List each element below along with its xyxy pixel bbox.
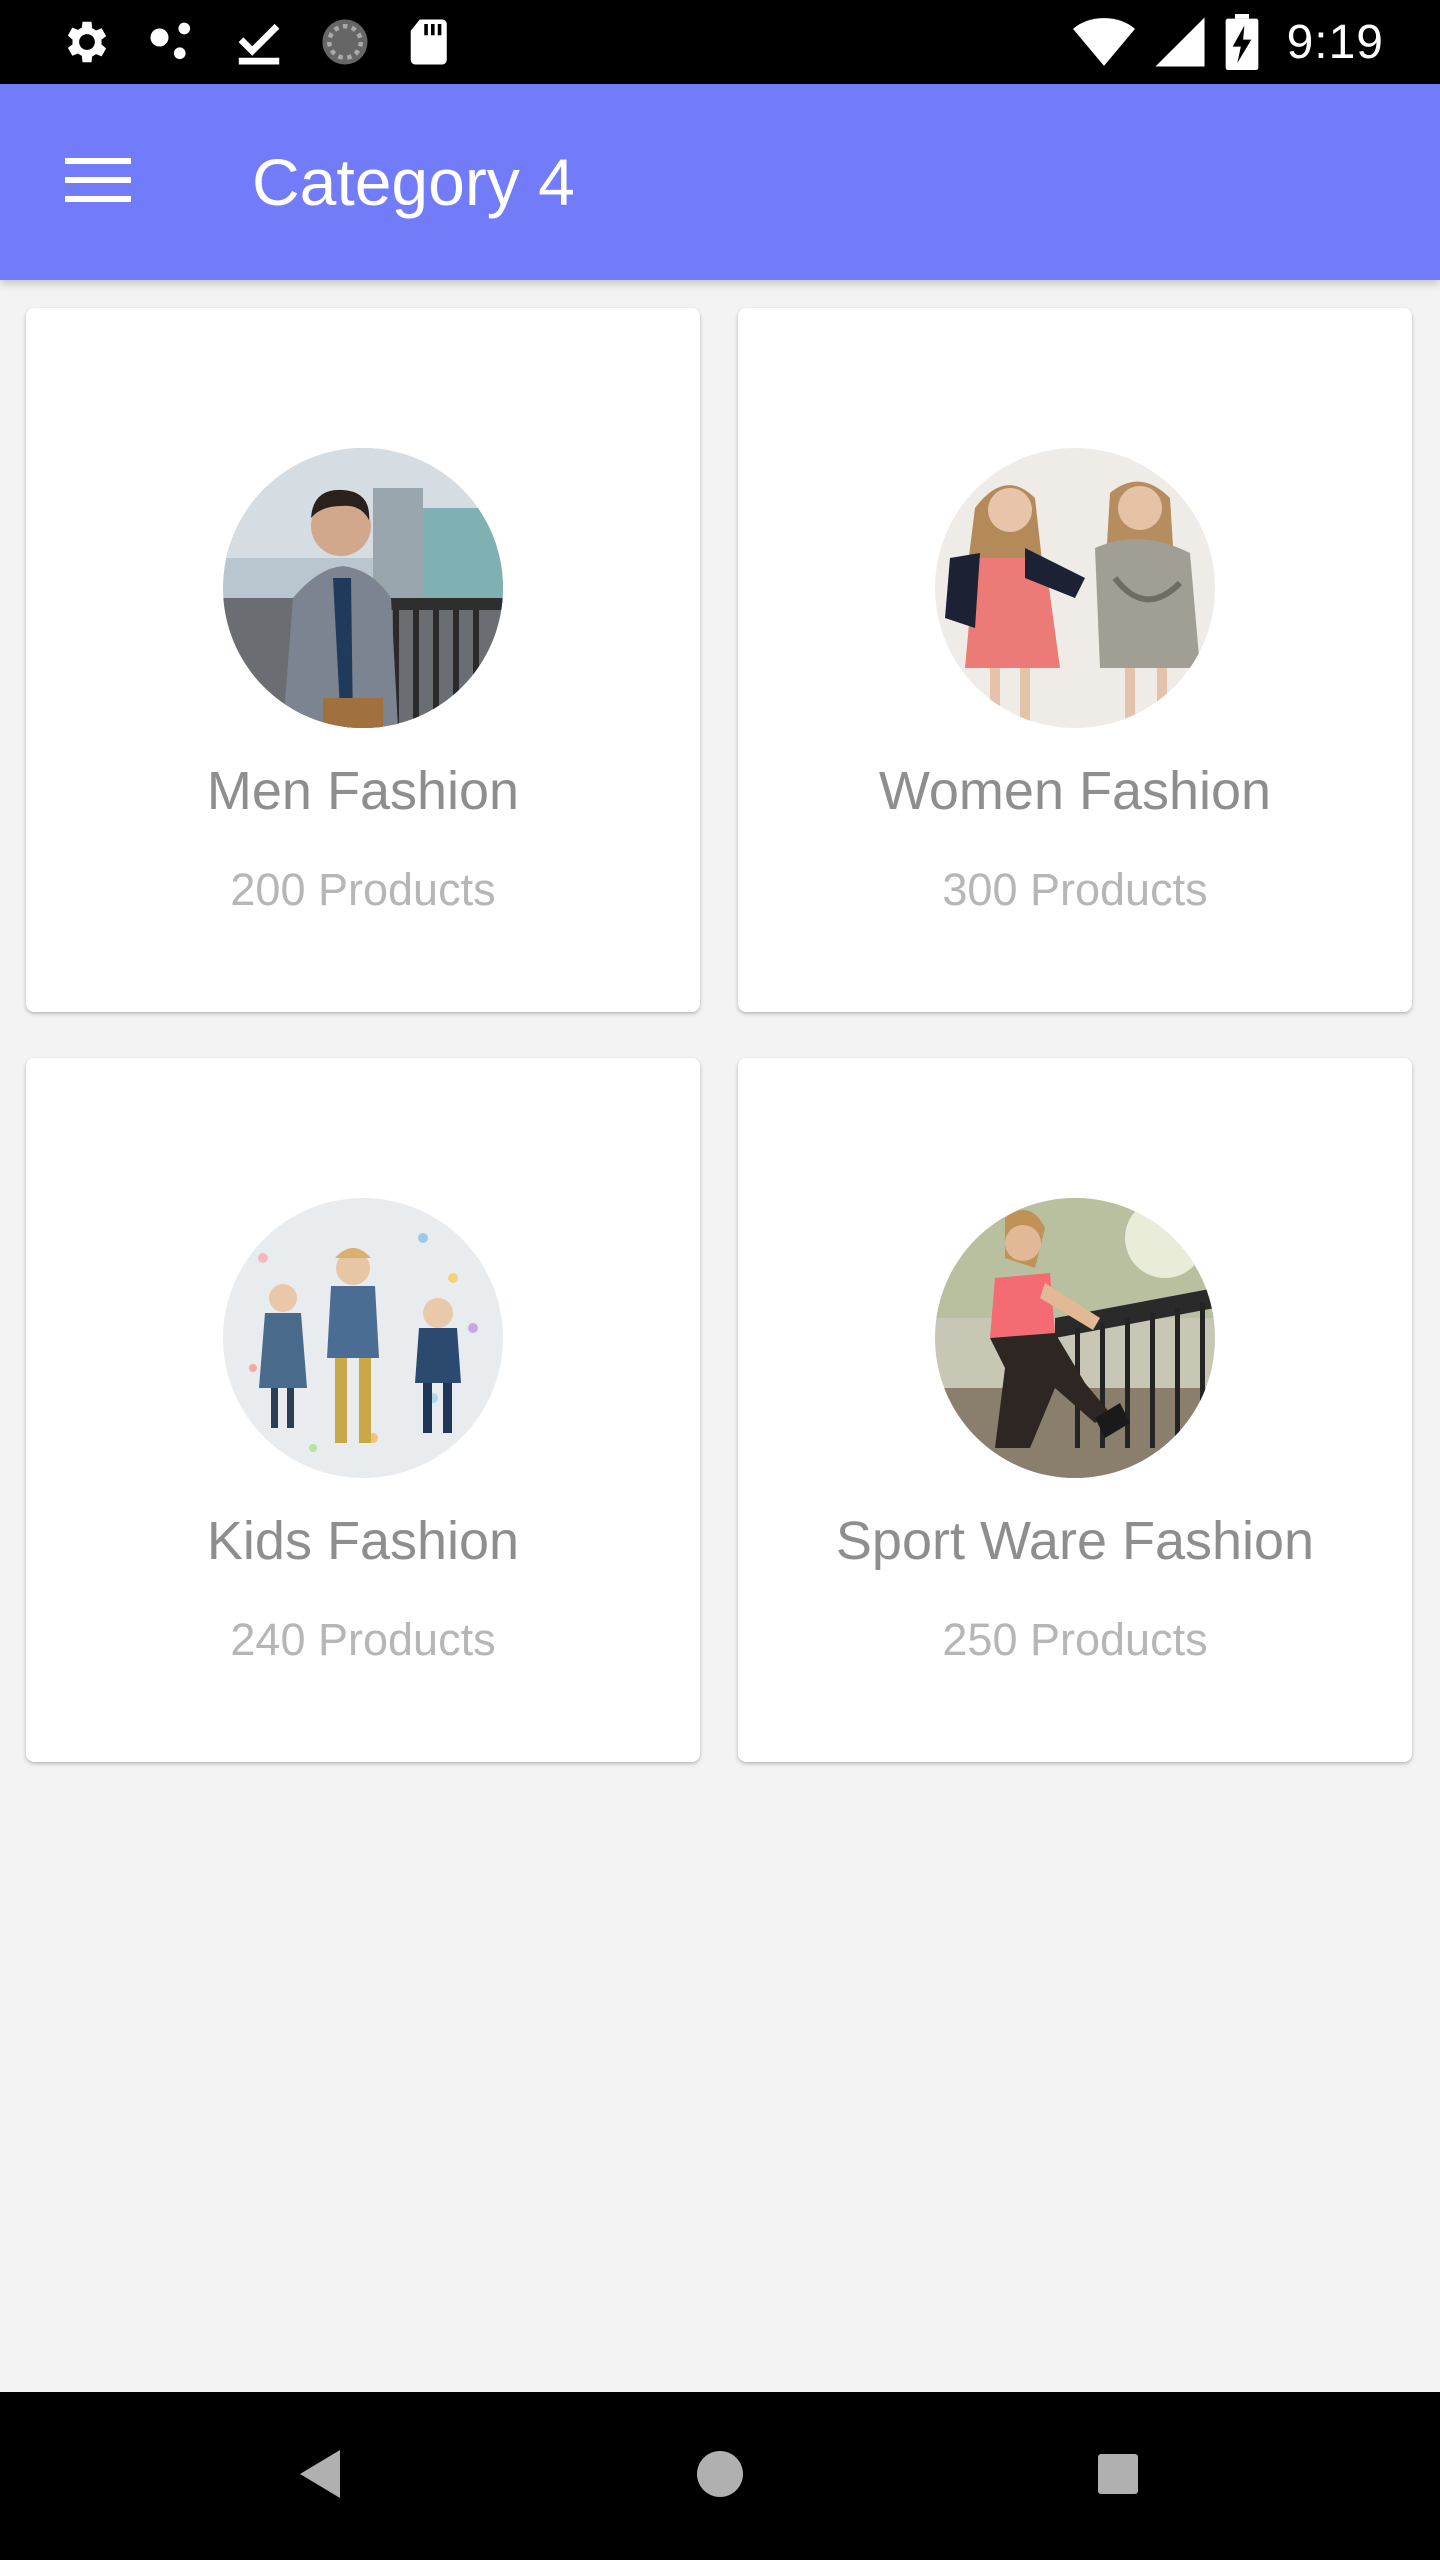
home-button[interactable] [670, 2426, 770, 2526]
home-icon [695, 2449, 745, 2504]
download-done-icon [232, 15, 286, 69]
status-bar: 9:19 [0, 0, 1440, 84]
sync-circle-icon [318, 15, 372, 69]
back-icon [296, 2448, 344, 2505]
category-title: Women Fashion [878, 761, 1272, 821]
kids-fashion-photo [223, 1198, 503, 1478]
back-button[interactable] [270, 2426, 370, 2526]
status-notification-icons [60, 14, 458, 70]
page-title: Category 4 [252, 145, 575, 219]
category-card-men-fashion[interactable]: Men Fashion 200 Products [26, 308, 700, 1012]
battery-charging-icon [1225, 14, 1259, 70]
recents-button[interactable] [1068, 2426, 1168, 2526]
status-time: 9:19 [1286, 15, 1384, 69]
status-system-icons: 9:19 [1072, 14, 1384, 70]
menu-button[interactable] [48, 132, 148, 232]
women-fashion-photo [935, 448, 1215, 728]
hamburger-menu-icon [65, 156, 131, 209]
settings-icon [60, 15, 114, 69]
signal-icon [1153, 15, 1207, 69]
category-title: Men Fashion [206, 761, 520, 821]
navigation-bar [0, 2392, 1440, 2560]
men-fashion-photo [223, 448, 503, 728]
share-dots-icon [146, 15, 200, 69]
category-product-count: 250 Products [942, 1614, 1208, 1665]
category-product-count: 300 Products [942, 864, 1208, 915]
category-title: Sport Ware Fashion [835, 1511, 1315, 1571]
category-title: Kids Fashion [206, 1511, 520, 1571]
app-bar: Category 4 [0, 84, 1440, 280]
recents-icon [1096, 2452, 1140, 2501]
category-product-count: 240 Products [230, 1614, 496, 1665]
sport-fashion-photo [935, 1198, 1215, 1478]
category-card-sport-ware-fashion[interactable]: Sport Ware Fashion 250 Products [738, 1058, 1412, 1762]
category-card-kids-fashion[interactable]: Kids Fashion 240 Products [26, 1058, 700, 1762]
category-grid: Men Fashion 200 Products Women Fashion 3… [26, 308, 1414, 1762]
category-card-women-fashion[interactable]: Women Fashion 300 Products [738, 308, 1412, 1012]
sd-card-icon [404, 15, 458, 69]
category-product-count: 200 Products [230, 864, 496, 915]
wifi-icon [1072, 15, 1135, 69]
